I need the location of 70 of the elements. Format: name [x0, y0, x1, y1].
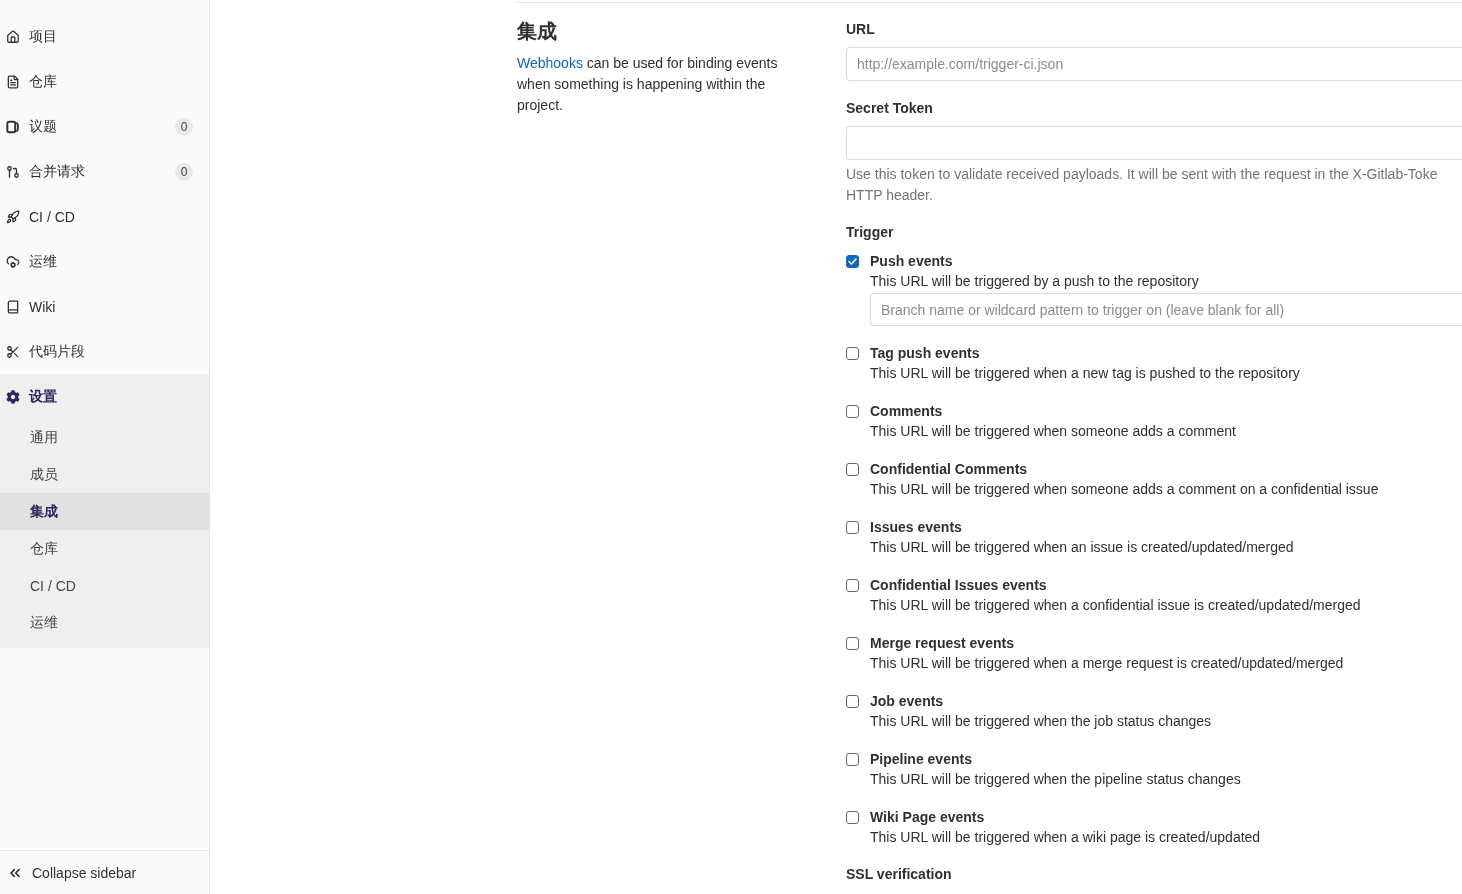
checkbox[interactable] [846, 520, 859, 534]
checkbox[interactable] [846, 462, 859, 476]
checkbox[interactable] [846, 694, 859, 708]
trigger-description: This URL will be triggered when a new tag is pushed to the repository [870, 364, 1301, 383]
home-icon [6, 29, 20, 44]
checkbox[interactable] [846, 752, 859, 766]
trigger-description: This URL will be triggered when someone adds a comment [870, 422, 1237, 441]
sidebar-item[interactable]: 设置 [0, 374, 209, 419]
trigger-description: This URL will be triggered when a wiki page is created/updated [870, 828, 1262, 847]
trigger-description: This URL will be triggered when the pipeline status changes [870, 770, 1242, 789]
input-field[interactable]: Branch name or wildcard pattern to trigger on (leave blank for all) [870, 293, 1462, 326]
submenu-item[interactable]: 集成 [0, 493, 209, 530]
check-icon [848, 257, 857, 265]
sidebar-item[interactable]: 合并请求 0 [0, 149, 209, 194]
document-icon [6, 74, 20, 89]
trigger-label: Confidential Issues events [870, 576, 1048, 595]
checkbox[interactable] [846, 404, 859, 418]
checkbox[interactable] [846, 578, 859, 592]
sidebar-item[interactable]: 运维 [0, 239, 209, 284]
rocket-icon [6, 209, 20, 224]
sidebar-item[interactable]: 仓库 [0, 59, 209, 104]
submenu-item[interactable]: 成员 [0, 456, 209, 493]
settings-icon [6, 389, 20, 404]
field-label: URL [846, 20, 876, 39]
trigger-heading: Trigger [846, 223, 895, 242]
webhooks-link[interactable]: Webhooks [517, 55, 583, 71]
trigger-label: Tag push events [870, 344, 981, 363]
trigger-label: Confidential Comments [870, 460, 1029, 479]
checkbox[interactable] [846, 346, 859, 360]
sidebar-item[interactable]: 代码片段 [0, 329, 209, 374]
issues-icon [6, 119, 20, 134]
input-field[interactable]: http://example.com/trigger-ci.json [846, 47, 1462, 81]
help-text: HTTP header. [846, 186, 934, 205]
sidebar-item[interactable]: 项目 [0, 14, 209, 59]
trigger-description: This URL will be triggered by a push to the repository [870, 272, 1200, 291]
book-icon [6, 299, 20, 314]
count-badge: 0 [175, 162, 193, 181]
checkbox[interactable] [846, 810, 859, 824]
trigger-description: This URL will be triggered when someone adds a comment on a confidential issue [870, 480, 1380, 499]
sidebar-item[interactable]: 议题 0 [0, 104, 209, 149]
submenu-item[interactable]: 通用 [0, 419, 209, 456]
count-badge: 0 [175, 117, 193, 136]
trigger-description: This URL will be triggered when an issue is created/updated/merged [870, 538, 1295, 557]
submenu-item[interactable]: CI / CD [0, 567, 209, 604]
collapse-sidebar-button[interactable]: Collapse sidebar [0, 850, 209, 894]
trigger-label: Push events [870, 252, 954, 271]
trigger-label: Issues events [870, 518, 963, 537]
sidebar-item[interactable]: Wiki [0, 284, 209, 329]
trigger-description: This URL will be triggered when the job status changes [870, 712, 1213, 731]
trigger-label: Pipeline events [870, 750, 973, 769]
trigger-label: Job events [870, 692, 945, 711]
ssl-heading: SSL verification [846, 865, 953, 884]
trigger-description: This URL will be triggered when a confidential issue is created/updated/merged [870, 596, 1362, 615]
help-text: Use this token to validate received payloads. It will be sent with the request in the X-Gitlab-Toke [846, 165, 1439, 184]
trigger-description: This URL will be triggered when a merge request is created/updated/merged [870, 654, 1345, 673]
trigger-label: Wiki Page events [870, 808, 986, 827]
field-label: Secret Token [846, 99, 934, 118]
trigger-label: Comments [870, 402, 944, 421]
input-field[interactable] [846, 126, 1462, 160]
submenu-item[interactable]: 仓库 [0, 530, 209, 567]
sidebar-item[interactable]: CI / CD [0, 194, 209, 239]
checkbox[interactable] [846, 636, 859, 650]
checkbox[interactable] [846, 254, 859, 268]
scissors-icon [6, 344, 20, 359]
section-title: 集成 [517, 19, 558, 43]
submenu-item[interactable]: 运维 [0, 604, 209, 641]
trigger-label: Merge request events [870, 634, 1015, 653]
cloud-gear-icon [6, 254, 20, 269]
merge-request-icon [6, 164, 20, 179]
section-description: Webhooks can be used for binding events when something is happening within the project. [517, 54, 779, 115]
